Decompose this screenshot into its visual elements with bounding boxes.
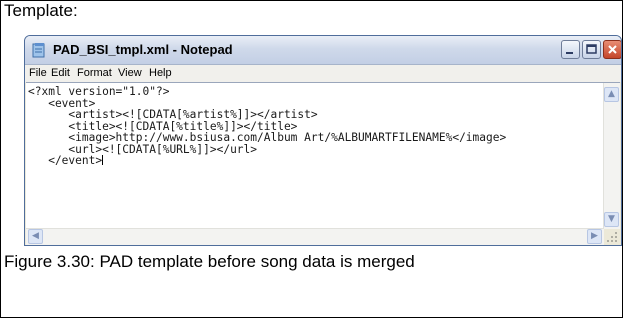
close-button[interactable] (603, 40, 621, 59)
resize-grip-icon[interactable] (604, 229, 620, 245)
horizontal-scrollbar[interactable]: ◀ ▶ (26, 228, 604, 245)
scroll-up-arrow-icon[interactable]: ▲ (604, 87, 619, 102)
text-editor[interactable]: <?xml version="1.0"?> <event> <artist><!… (26, 82, 620, 245)
notepad-window: PAD_BSI_tmpl.xml - Notepad File Edit For… (24, 35, 622, 246)
vertical-scrollbar[interactable]: ▲ ▼ (603, 83, 620, 229)
close-icon (608, 45, 617, 54)
maximize-button[interactable] (582, 40, 601, 59)
menu-file[interactable]: File (29, 67, 47, 79)
window-title: PAD_BSI_tmpl.xml - Notepad (53, 42, 233, 57)
code-line: </event> (28, 154, 103, 167)
maximize-icon (586, 44, 597, 54)
menu-edit[interactable]: Edit (51, 67, 70, 79)
menu-help[interactable]: Help (149, 67, 172, 79)
title-bar[interactable]: PAD_BSI_tmpl.xml - Notepad (25, 36, 621, 65)
menu-bar: File Edit Format View Help (25, 65, 621, 82)
text-caret (102, 155, 104, 165)
scroll-down-arrow-icon[interactable]: ▼ (604, 212, 619, 227)
scroll-left-arrow-icon[interactable]: ◀ (28, 229, 43, 244)
editor-content[interactable]: <?xml version="1.0"?> <event> <artist><!… (28, 86, 506, 167)
menu-format[interactable]: Format (77, 67, 112, 79)
minimize-button[interactable] (561, 40, 580, 59)
scroll-right-arrow-icon[interactable]: ▶ (587, 229, 602, 244)
notepad-icon (32, 43, 45, 58)
figure-heading: Template: (4, 1, 78, 20)
menu-view[interactable]: View (118, 67, 142, 79)
minimize-icon (566, 52, 573, 54)
figure-caption: Figure 3.30: PAD template before song da… (4, 252, 415, 271)
